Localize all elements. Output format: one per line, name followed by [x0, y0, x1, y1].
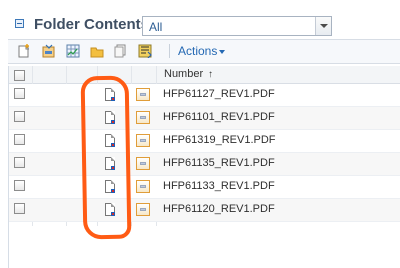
file-number[interactable]: HFP61135_REV1.PDF — [163, 157, 275, 169]
file-number[interactable]: HFP61133_REV1.PDF — [163, 180, 275, 192]
select-all-checkbox[interactable] — [14, 70, 25, 81]
table-row[interactable]: HFP61127_REV1.PDF — [9, 84, 400, 107]
toolbar: Actions — [8, 39, 400, 64]
file-number[interactable]: HFP61120_REV1.PDF — [163, 203, 275, 215]
grid-icon[interactable] — [66, 44, 80, 58]
pdf-file-icon[interactable] — [136, 134, 150, 147]
pdf-file-icon[interactable] — [136, 157, 150, 170]
import-icon[interactable] — [42, 44, 56, 58]
table-header: Number ↑ — [9, 66, 400, 84]
table-row[interactable]: HFP61319_REV1.PDF — [9, 130, 400, 153]
file-number[interactable]: HFP61127_REV1.PDF — [163, 88, 275, 100]
table-row[interactable]: HFP61120_REV1.PDF — [9, 199, 400, 222]
row-checkbox[interactable] — [14, 134, 25, 145]
filter-value: All — [149, 20, 163, 34]
toolbar-separator — [169, 44, 170, 58]
table-row[interactable]: HFP61101_REV1.PDF — [9, 107, 400, 130]
sort-ascending-icon: ↑ — [208, 69, 213, 80]
pdf-file-icon[interactable] — [136, 111, 150, 124]
row-checkbox[interactable] — [14, 203, 25, 214]
pdf-file-icon[interactable] — [136, 203, 150, 216]
row-checkbox[interactable] — [14, 88, 25, 99]
table-row[interactable]: HFP61135_REV1.PDF — [9, 153, 400, 176]
file-number[interactable]: HFP61319_REV1.PDF — [163, 134, 276, 146]
file-table: Number ↑ HFP61127_REV1.PDF HFP61101_REV1… — [8, 66, 400, 268]
number-column-header[interactable]: Number — [164, 68, 203, 80]
row-checkbox[interactable] — [14, 157, 25, 168]
pdf-file-icon[interactable] — [136, 180, 150, 193]
filter-select[interactable]: All — [142, 16, 332, 36]
row-checkbox[interactable] — [14, 180, 25, 191]
file-number[interactable]: HFP61101_REV1.PDF — [163, 111, 275, 123]
actions-menu[interactable]: Actions — [178, 44, 226, 58]
annotation-circle — [80, 75, 132, 240]
app-window: Folder Contents All Actions Number ↑ HFP… — [0, 0, 400, 268]
new-document-icon[interactable] — [18, 44, 32, 58]
chevron-down-icon[interactable] — [315, 17, 331, 35]
collapse-icon[interactable] — [15, 19, 24, 28]
pdf-file-icon[interactable] — [136, 88, 150, 101]
folder-header: Folder Contents All — [0, 8, 400, 38]
page-title: Folder Contents — [34, 16, 149, 33]
export-icon[interactable] — [138, 44, 152, 59]
table-row[interactable]: HFP61133_REV1.PDF — [9, 176, 400, 199]
copy-icon[interactable] — [114, 44, 128, 58]
folder-icon[interactable] — [90, 44, 104, 58]
row-checkbox[interactable] — [14, 111, 25, 122]
